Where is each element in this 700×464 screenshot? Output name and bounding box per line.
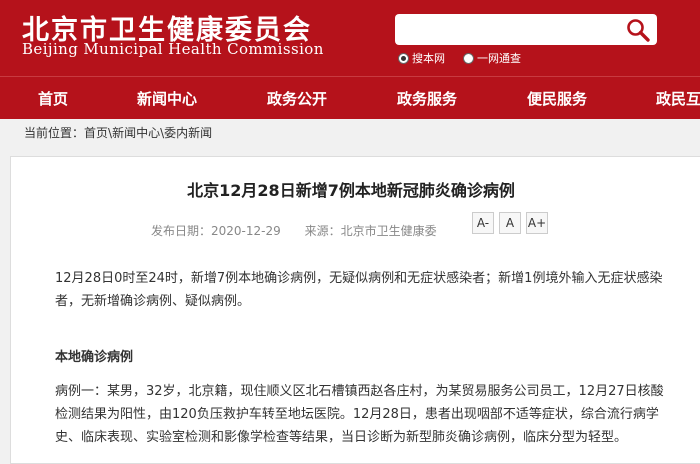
publish-date-value: 2020-12-29 [211, 224, 281, 238]
site-title-en[interactable]: Beijing Municipal Health Commission [22, 40, 324, 58]
search-scope-all[interactable]: 一网通查 [463, 50, 521, 66]
search-scope-all-label: 一网通查 [477, 52, 521, 65]
radio-checked-icon[interactable] [398, 52, 409, 64]
publish-date: 发布日期：2020-12-29 [151, 224, 281, 238]
radio-unchecked-icon[interactable] [463, 52, 474, 64]
search-button[interactable] [625, 17, 651, 43]
font-decrease-button[interactable]: A- [472, 212, 494, 234]
nav-item-gov-affairs[interactable]: 政务公开 [267, 88, 327, 109]
font-increase-button[interactable]: A+ [526, 212, 548, 234]
article-paragraph: 病例一：某男，32岁，北京籍，现住顺义区北石槽镇西赵各庄村，为某贸易服务公司员工… [55, 384, 664, 445]
search-input[interactable] [395, 14, 657, 45]
search-scope-options: 搜本网 一网通查 [398, 50, 539, 66]
article-meta: 发布日期：2020-12-29 来源：北京市卫生健康委 [151, 222, 457, 239]
breadcrumb-home[interactable]: 首页 [84, 126, 108, 140]
nav-item-public-services[interactable]: 便民服务 [527, 88, 587, 109]
site-header: 北京市卫生健康委员会 Beijing Municipal Health Comm… [0, 0, 700, 76]
search-icon [627, 19, 650, 42]
breadcrumb: 当前位置：首页\新闻中心\委内新闻 [0, 119, 700, 151]
main-nav: 首页 新闻中心 政务公开 政务服务 便民服务 政民互动 [0, 76, 700, 119]
source-value: 北京市卫生健康委 [340, 224, 437, 238]
breadcrumb-news[interactable]: 新闻中心 [112, 126, 160, 140]
article-paragraph: 12月28日0时至24时，新增7例本地确诊病例，无疑似病例和无症状感染者；新增1… [55, 271, 663, 309]
article-subheading: 本地确诊病例 [55, 350, 134, 365]
font-size-controls: A- A A+ [472, 212, 553, 234]
breadcrumb-prefix: 当前位置： [24, 126, 85, 140]
breadcrumb-internal-news[interactable]: 委内新闻 [164, 126, 212, 140]
font-default-button[interactable]: A [499, 212, 521, 234]
publish-label: 发布日期： [151, 224, 212, 238]
search-scope-site[interactable]: 搜本网 [398, 50, 445, 66]
nav-item-interaction[interactable]: 政民互动 [656, 88, 700, 109]
article-source: 来源：北京市卫生健康委 [305, 224, 437, 238]
nav-item-gov-services[interactable]: 政务服务 [397, 88, 457, 109]
search-scope-site-label: 搜本网 [412, 52, 445, 65]
article-panel: 北京12月28日新增7例本地新冠肺炎确诊病例 发布日期：2020-12-29 来… [10, 156, 700, 464]
source-label: 来源： [304, 224, 341, 238]
nav-item-home[interactable]: 首页 [38, 88, 68, 109]
nav-item-news[interactable]: 新闻中心 [137, 88, 197, 109]
article-title: 北京12月28日新增7例本地新冠肺炎确诊病例 [187, 181, 515, 200]
